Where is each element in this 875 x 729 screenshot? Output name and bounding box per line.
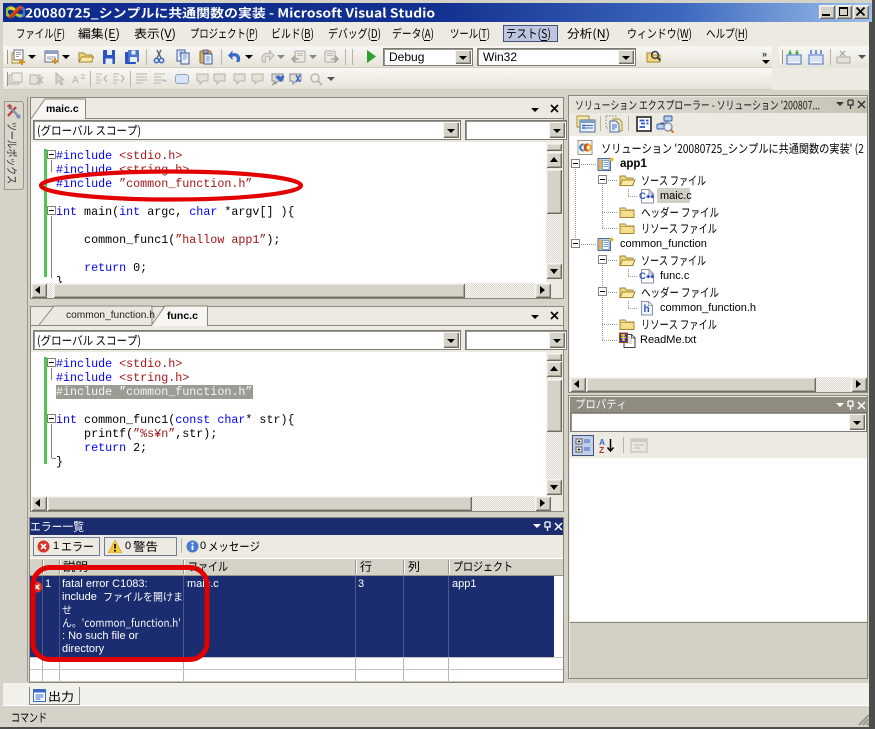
svg-text:C: C [639, 271, 646, 282]
svg-text:C: C [639, 191, 646, 202]
svg-text:h: h [644, 304, 650, 315]
svg-text:Z: Z [599, 445, 604, 454]
svg-text:A: A [72, 75, 79, 86]
